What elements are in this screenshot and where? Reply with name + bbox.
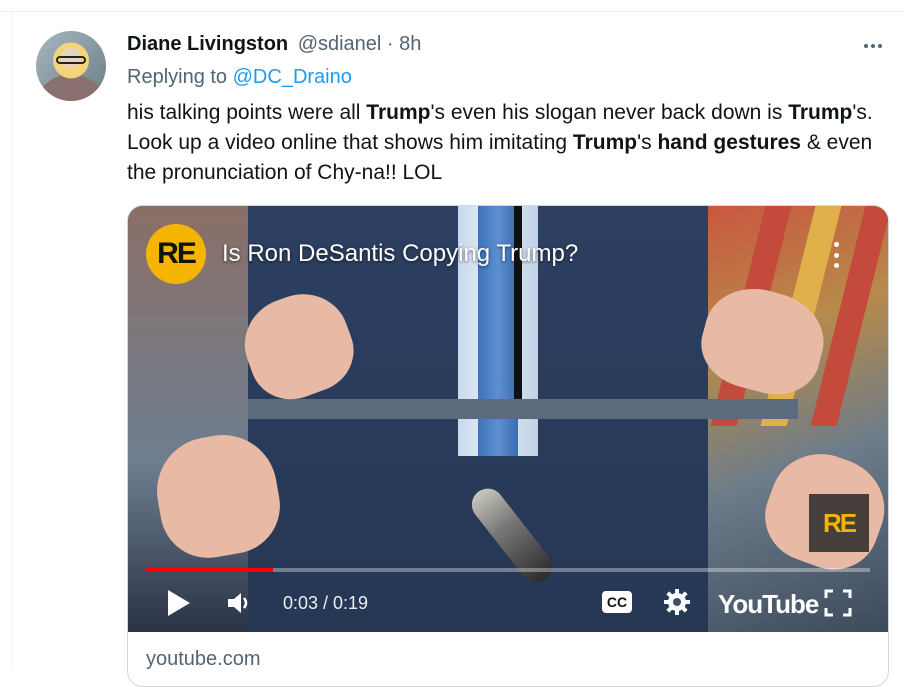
video-title-row: RE Is Ron DeSantis Copying Trump? — [146, 224, 578, 284]
author-handle-time[interactable]: @sdianel · 8h — [298, 33, 422, 55]
tweet-header: Diane Livingston @sdianel · 8h — [127, 33, 421, 56]
replying-prefix: Replying to — [127, 66, 233, 88]
youtube-logo[interactable]: YouTube — [718, 589, 819, 620]
avatar[interactable] — [36, 31, 106, 101]
time-display: 0:03 / 0:19 — [283, 593, 369, 613]
player-controls: 0:03 / 0:19 CC YouTube — [128, 581, 888, 631]
fullscreen-icon[interactable] — [824, 589, 852, 617]
play-icon[interactable] — [168, 590, 190, 616]
tweet-text-part: 's — [637, 131, 658, 154]
tweet-text-bold: hand gestures — [657, 131, 801, 154]
tweet-text-part: 's even his slogan never back down is — [430, 101, 789, 124]
progress-fill — [146, 568, 273, 572]
tweet-text: his talking points were all Trump's even… — [127, 98, 887, 188]
avatar-glasses — [56, 56, 86, 64]
kebab-icon[interactable] — [834, 242, 840, 268]
author-name[interactable]: Diane Livingston — [127, 33, 288, 55]
tweet-text-part: his talking points were all — [127, 101, 367, 124]
replying-to-link[interactable]: @DC_Draino — [233, 66, 352, 88]
video-title[interactable]: Is Ron DeSantis Copying Trump? — [222, 240, 578, 268]
media-card[interactable]: RE Is Ron DeSantis Copying Trump? RE 0:0… — [127, 205, 889, 687]
column-border — [11, 12, 12, 670]
tweet-text-bold: Trump — [788, 101, 853, 124]
progress-bar[interactable] — [146, 568, 870, 572]
card-domain[interactable]: youtube.com — [146, 648, 261, 671]
volume-icon[interactable] — [226, 590, 252, 616]
more-icon[interactable] — [858, 34, 888, 58]
tweet-text-bold: Trump — [366, 101, 431, 124]
replying-to: Replying to @DC_Draino — [127, 66, 352, 89]
channel-logo[interactable]: RE — [146, 224, 206, 284]
video-lectern — [248, 399, 798, 419]
gear-icon[interactable] — [662, 587, 692, 617]
cc-icon[interactable]: CC — [602, 591, 632, 613]
tweet-text-bold: Trump — [572, 131, 638, 154]
channel-watermark[interactable]: RE — [809, 494, 869, 552]
top-divider — [0, 11, 904, 12]
video-player[interactable]: RE Is Ron DeSantis Copying Trump? RE 0:0… — [128, 206, 888, 632]
